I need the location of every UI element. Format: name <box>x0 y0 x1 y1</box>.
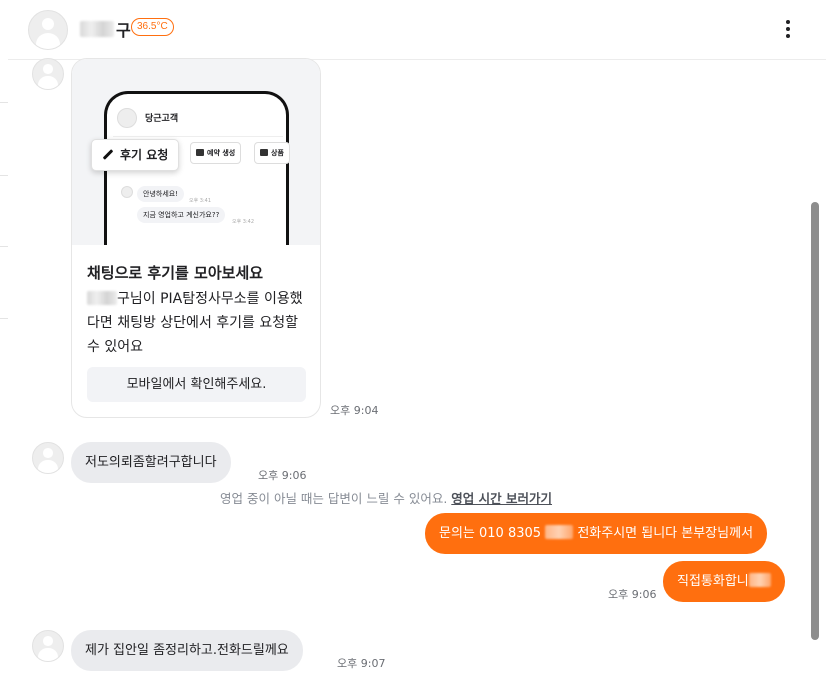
partner-avatar-small[interactable] <box>32 442 64 474</box>
business-hours-link[interactable]: 영업 시간 보러가기 <box>451 491 552 506</box>
review-promo-card: 당근고객 예약 생성 상품 안녕하세요! 오후 3:41 지금 영업하고 계신가… <box>71 58 321 418</box>
redacted-text <box>748 573 771 587</box>
partner-avatar[interactable] <box>28 10 68 50</box>
preview-bubble: 안녕하세요! <box>137 186 185 202</box>
preview-avatar <box>117 108 137 128</box>
calendar-icon <box>196 149 204 156</box>
bag-icon <box>260 149 268 156</box>
partner-name: 구 <box>80 17 131 41</box>
scrollbar-thumb[interactable] <box>811 202 819 640</box>
business-hours-notice: 영업 중이 아닐 때는 답변이 느릴 수 있어요. 영업 시간 보러가기 <box>220 491 553 506</box>
preview-profile-name: 당근고객 <box>145 114 179 124</box>
scrollbar[interactable] <box>808 60 826 700</box>
message-time: 오후 9:06 <box>608 588 657 601</box>
manner-temperature-badge: 36.5°C <box>131 18 174 36</box>
message-time: 오후 9:04 <box>330 404 379 417</box>
message-time: 오후 9:07 <box>337 657 386 670</box>
card-body: 구님이 PIA탐정사무소를 이용했다면 채팅방 상단에서 후기를 요청할 수 있… <box>87 291 303 355</box>
chat-header: 구 36.5°C <box>8 0 826 60</box>
preview-review-request-chip: 후기 요청 <box>91 139 180 171</box>
chat-window: 구 36.5°C 당근고객 예약 생성 상품 안녕하세요! 오후 3:41 지금… <box>0 0 826 700</box>
check-on-mobile-button[interactable]: 모바일에서 확인해주세요. <box>87 367 306 402</box>
side-pane-edge <box>0 60 8 700</box>
redacted-name <box>80 21 114 37</box>
outgoing-message: 직접통화합니 <box>663 561 785 602</box>
card-title: 채팅으로 후기를 모아보세요 <box>87 264 264 282</box>
partner-avatar-small[interactable] <box>32 58 64 90</box>
message-time: 오후 9:06 <box>258 469 307 482</box>
preview-product-chip: 상품 <box>254 142 290 164</box>
redacted-name <box>87 291 117 305</box>
preview-reservation-chip: 예약 생성 <box>190 142 242 164</box>
phone-preview-illustration: 당근고객 예약 생성 상품 안녕하세요! 오후 3:41 지금 영업하고 계신가… <box>72 59 320 245</box>
more-vertical-icon[interactable] <box>778 14 798 44</box>
outgoing-message: 문의는 010 8305 전화주시면 됩니다 본부장님께서 <box>425 513 768 554</box>
partner-avatar-small[interactable] <box>32 630 64 662</box>
incoming-message: 제가 집안일 좀정리하고.전화드릴께요 <box>71 630 303 671</box>
pencil-icon <box>102 149 114 160</box>
incoming-message: 저도의뢰좀할려구합니다 <box>71 442 231 483</box>
redacted-number <box>545 525 574 539</box>
preview-bubble: 지금 영업하고 계신가요?? <box>137 207 226 223</box>
